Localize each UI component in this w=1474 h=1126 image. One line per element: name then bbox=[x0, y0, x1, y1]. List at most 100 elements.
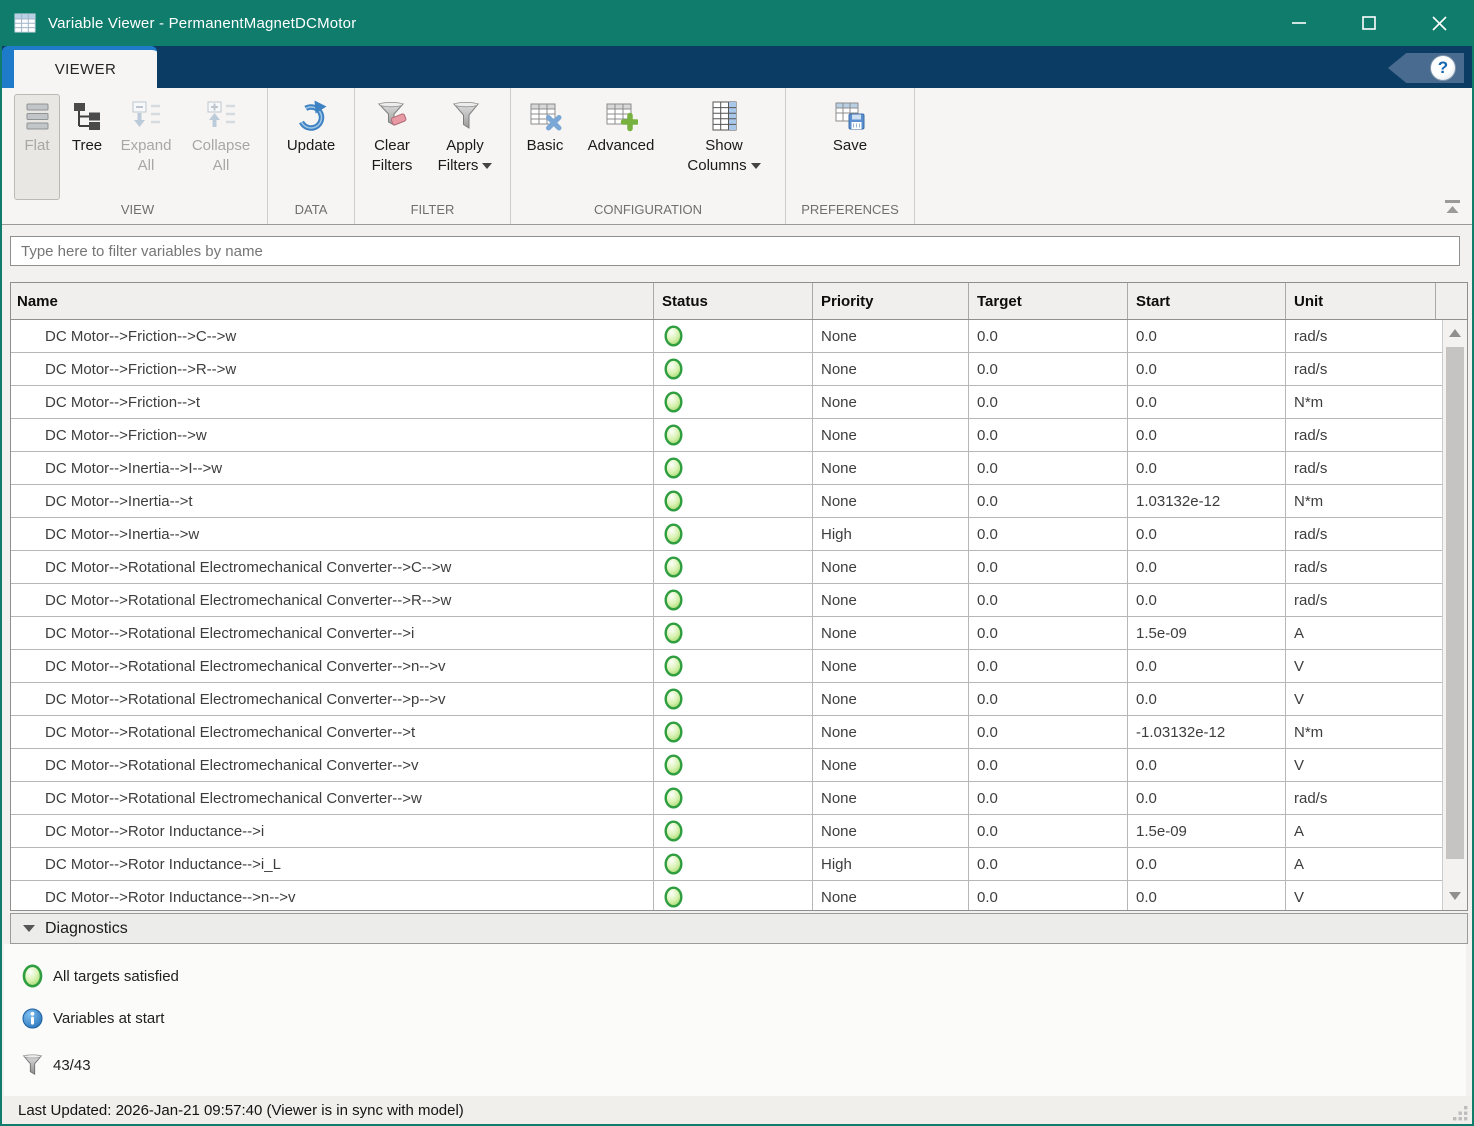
table-row[interactable]: DC Motor-->Rotational Electromechanical … bbox=[11, 617, 1444, 650]
scroll-down-icon[interactable] bbox=[1443, 883, 1467, 909]
maximize-button[interactable] bbox=[1334, 0, 1404, 46]
column-header-unit[interactable]: Unit bbox=[1286, 283, 1436, 319]
cell-unit[interactable]: V bbox=[1286, 749, 1444, 781]
resize-grip-icon[interactable] bbox=[1453, 1106, 1468, 1121]
cell-priority[interactable]: None bbox=[813, 782, 969, 814]
cell-unit[interactable]: rad/s bbox=[1286, 782, 1444, 814]
cell-status[interactable] bbox=[654, 815, 813, 847]
cell-name[interactable]: DC Motor-->Rotational Electromechanical … bbox=[11, 617, 654, 649]
table-row[interactable]: DC Motor-->Rotor Inductance-->i None 0.0… bbox=[11, 815, 1444, 848]
cell-start[interactable]: 0.0 bbox=[1128, 386, 1286, 418]
column-header-status[interactable]: Status bbox=[654, 283, 813, 319]
cell-priority[interactable]: None bbox=[813, 881, 969, 911]
cell-name[interactable]: DC Motor-->Rotational Electromechanical … bbox=[11, 716, 654, 748]
cell-unit[interactable]: rad/s bbox=[1286, 419, 1444, 451]
cell-name[interactable]: DC Motor-->Rotational Electromechanical … bbox=[11, 683, 654, 715]
cell-status[interactable] bbox=[654, 353, 813, 385]
cell-priority[interactable]: High bbox=[813, 518, 969, 550]
cell-status[interactable] bbox=[654, 749, 813, 781]
table-row[interactable]: DC Motor-->Inertia-->t None 0.0 1.03132e… bbox=[11, 485, 1444, 518]
cell-unit[interactable]: A bbox=[1286, 848, 1444, 880]
cell-target[interactable]: 0.0 bbox=[969, 320, 1128, 352]
cell-start[interactable]: -1.03132e-12 bbox=[1128, 716, 1286, 748]
save-button[interactable]: Save bbox=[812, 94, 888, 200]
basic-button[interactable]: Basic bbox=[517, 94, 573, 200]
help-button[interactable]: ? bbox=[1388, 53, 1464, 83]
cell-start[interactable]: 0.0 bbox=[1128, 881, 1286, 911]
cell-unit[interactable]: rad/s bbox=[1286, 584, 1444, 616]
cell-target[interactable]: 0.0 bbox=[969, 584, 1128, 616]
cell-name[interactable]: DC Motor-->Rotor Inductance-->i_L bbox=[11, 848, 654, 880]
cell-start[interactable]: 1.5e-09 bbox=[1128, 617, 1286, 649]
cell-priority[interactable]: None bbox=[813, 815, 969, 847]
table-row[interactable]: DC Motor-->Rotational Electromechanical … bbox=[11, 782, 1444, 815]
column-header-target[interactable]: Target bbox=[969, 283, 1128, 319]
cell-priority[interactable]: None bbox=[813, 650, 969, 682]
table-row[interactable]: DC Motor-->Friction-->w None 0.0 0.0 rad… bbox=[11, 419, 1444, 452]
table-row[interactable]: DC Motor-->Rotational Electromechanical … bbox=[11, 650, 1444, 683]
cell-status[interactable] bbox=[654, 617, 813, 649]
table-row[interactable]: DC Motor-->Inertia-->I-->w None 0.0 0.0 … bbox=[11, 452, 1444, 485]
cell-priority[interactable]: None bbox=[813, 386, 969, 418]
cell-start[interactable]: 0.0 bbox=[1128, 749, 1286, 781]
cell-status[interactable] bbox=[654, 386, 813, 418]
cell-priority[interactable]: None bbox=[813, 617, 969, 649]
cell-name[interactable]: DC Motor-->Inertia-->I-->w bbox=[11, 452, 654, 484]
cell-start[interactable]: 0.0 bbox=[1128, 518, 1286, 550]
table-row[interactable]: DC Motor-->Rotational Electromechanical … bbox=[11, 749, 1444, 782]
cell-status[interactable] bbox=[654, 452, 813, 484]
cell-unit[interactable]: N*m bbox=[1286, 386, 1444, 418]
cell-priority[interactable]: None bbox=[813, 716, 969, 748]
cell-name[interactable]: DC Motor-->Inertia-->t bbox=[11, 485, 654, 517]
cell-status[interactable] bbox=[654, 716, 813, 748]
cell-name[interactable]: DC Motor-->Rotational Electromechanical … bbox=[11, 782, 654, 814]
cell-name[interactable]: DC Motor-->Rotational Electromechanical … bbox=[11, 650, 654, 682]
collapse-all-button[interactable]: Collapse All bbox=[181, 94, 261, 200]
cell-unit[interactable]: rad/s bbox=[1286, 551, 1444, 583]
cell-priority[interactable]: None bbox=[813, 353, 969, 385]
close-button[interactable] bbox=[1404, 0, 1474, 46]
cell-target[interactable]: 0.0 bbox=[969, 782, 1128, 814]
cell-status[interactable] bbox=[654, 419, 813, 451]
table-row[interactable]: DC Motor-->Rotational Electromechanical … bbox=[11, 584, 1444, 617]
cell-target[interactable]: 0.0 bbox=[969, 749, 1128, 781]
cell-start[interactable]: 0.0 bbox=[1128, 650, 1286, 682]
cell-priority[interactable]: None bbox=[813, 320, 969, 352]
cell-target[interactable]: 0.0 bbox=[969, 650, 1128, 682]
cell-priority[interactable]: None bbox=[813, 584, 969, 616]
cell-unit[interactable]: V bbox=[1286, 683, 1444, 715]
cell-name[interactable]: DC Motor-->Inertia-->w bbox=[11, 518, 654, 550]
scroll-up-icon[interactable] bbox=[1443, 320, 1467, 346]
cell-name[interactable]: DC Motor-->Friction-->w bbox=[11, 419, 654, 451]
table-row[interactable]: DC Motor-->Friction-->C-->w None 0.0 0.0… bbox=[11, 320, 1444, 353]
filter-variables-input[interactable] bbox=[10, 236, 1460, 266]
table-row[interactable]: DC Motor-->Rotational Electromechanical … bbox=[11, 683, 1444, 716]
cell-unit[interactable]: rad/s bbox=[1286, 452, 1444, 484]
cell-target[interactable]: 0.0 bbox=[969, 716, 1128, 748]
table-row[interactable]: DC Motor-->Friction-->t None 0.0 0.0 N*m bbox=[11, 386, 1444, 419]
cell-target[interactable]: 0.0 bbox=[969, 353, 1128, 385]
cell-start[interactable]: 0.0 bbox=[1128, 419, 1286, 451]
cell-target[interactable]: 0.0 bbox=[969, 386, 1128, 418]
cell-start[interactable]: 1.5e-09 bbox=[1128, 815, 1286, 847]
cell-status[interactable] bbox=[654, 650, 813, 682]
cell-start[interactable]: 0.0 bbox=[1128, 683, 1286, 715]
column-header-priority[interactable]: Priority bbox=[813, 283, 969, 319]
tree-button[interactable]: Tree bbox=[63, 94, 111, 200]
cell-target[interactable]: 0.0 bbox=[969, 419, 1128, 451]
cell-status[interactable] bbox=[654, 683, 813, 715]
apply-filters-button[interactable]: Apply Filters bbox=[426, 94, 504, 200]
cell-status[interactable] bbox=[654, 485, 813, 517]
cell-priority[interactable]: None bbox=[813, 749, 969, 781]
cell-unit[interactable]: rad/s bbox=[1286, 320, 1444, 352]
cell-unit[interactable]: N*m bbox=[1286, 716, 1444, 748]
cell-priority[interactable]: None bbox=[813, 452, 969, 484]
cell-unit[interactable]: A bbox=[1286, 815, 1444, 847]
cell-name[interactable]: DC Motor-->Rotor Inductance-->i bbox=[11, 815, 654, 847]
collapse-ribbon-icon[interactable] bbox=[1442, 198, 1464, 218]
show-columns-button[interactable]: Show Columns bbox=[669, 94, 779, 200]
column-header-start[interactable]: Start bbox=[1128, 283, 1286, 319]
cell-name[interactable]: DC Motor-->Rotational Electromechanical … bbox=[11, 749, 654, 781]
cell-unit[interactable]: N*m bbox=[1286, 485, 1444, 517]
expand-all-button[interactable]: Expand All bbox=[114, 94, 178, 200]
